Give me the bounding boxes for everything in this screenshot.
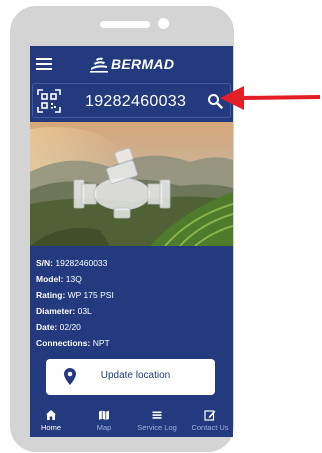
phone-speaker <box>100 21 150 28</box>
nav-home-label: Home <box>40 423 61 432</box>
list-icon <box>152 411 162 419</box>
spec-date: Date: 02/20 <box>36 322 81 332</box>
update-location-button[interactable]: Update location <box>46 359 215 395</box>
spec-serial: S/N: 19282460033 <box>36 258 108 268</box>
home-icon <box>46 410 56 420</box>
spec-rating: Rating: WP 175 PSI <box>36 290 114 300</box>
nav-item-service-log[interactable]: Service Log <box>131 409 183 432</box>
qr-scan-icon[interactable] <box>37 89 61 113</box>
spec-connections: Connections: NPT <box>36 338 110 348</box>
serial-number-input[interactable]: 19282460033 <box>85 93 186 111</box>
bermad-logo-icon <box>90 57 108 73</box>
phone-camera <box>158 18 169 29</box>
menu-icon[interactable] <box>36 58 52 70</box>
annotation-arrow-icon <box>220 86 321 110</box>
nav-item-map[interactable]: Map <box>78 409 130 432</box>
map-icon <box>99 410 109 420</box>
update-location-label: Update location <box>100 370 171 381</box>
edit-icon <box>204 410 216 421</box>
app-screen: BERMAD 19282460033 S/N: 19282460033 Mode… <box>30 46 233 437</box>
product-hero-image <box>30 122 233 246</box>
spec-model: Model: 13Q <box>36 274 82 284</box>
nav-item-contact-us[interactable]: Contact Us <box>184 409 233 432</box>
bottom-navigation: Home Map Service Log Contact Us <box>30 404 233 437</box>
nav-contact-us-label: Contact Us <box>191 423 229 432</box>
serial-search-bar[interactable]: 19282460033 <box>32 83 231 118</box>
brand-name: BERMAD <box>111 56 175 72</box>
nav-service-log-label: Service Log <box>137 423 177 432</box>
nav-item-home[interactable]: Home <box>30 409 77 432</box>
spec-diameter: Diameter: 03L <box>36 306 92 316</box>
brand-logo: BERMAD <box>88 52 174 76</box>
top-bar: BERMAD <box>30 46 233 82</box>
device-specs: S/N: 19282460033 Model: 13Q Rating: WP 1… <box>36 255 231 351</box>
phone-frame: BERMAD 19282460033 S/N: 19282460033 Mode… <box>10 6 234 452</box>
nav-map-label: Map <box>96 423 112 432</box>
